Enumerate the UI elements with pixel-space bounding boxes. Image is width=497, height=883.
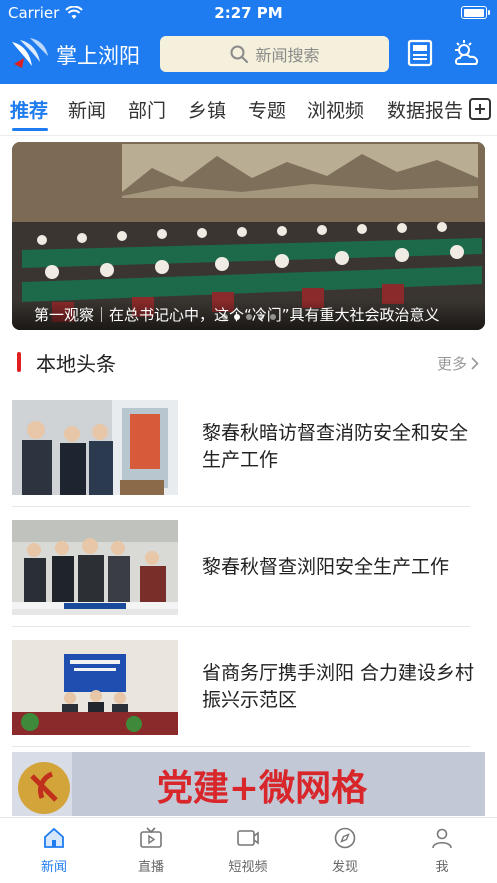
more-label: 更多 xyxy=(436,355,467,373)
section-title: 本地头条 xyxy=(36,352,116,376)
add-channel-icon[interactable] xyxy=(469,98,491,120)
home-icon xyxy=(44,827,64,848)
nav-label: 短视频 xyxy=(228,860,268,875)
compass-icon xyxy=(334,827,356,849)
divider xyxy=(12,506,470,507)
section-accent-bar xyxy=(17,352,21,372)
channel-tabs: 推荐 新闻 部门 乡镇 专题 浏视频 数据报告 xyxy=(0,84,497,136)
news-headline: 黎春秋督查浏阳安全生产工作 xyxy=(202,555,450,578)
banner-pagination xyxy=(12,305,485,324)
app-bar: 掌上浏阳 新闻搜索 xyxy=(0,30,497,80)
tab-data-report[interactable]: 数据报告 xyxy=(387,96,462,123)
news-thumbnail xyxy=(12,520,178,615)
search-input[interactable]: 新闻搜索 xyxy=(160,36,389,72)
nav-discover[interactable]: 发现 xyxy=(305,826,385,875)
pagination-dot[interactable] xyxy=(233,314,240,320)
news-item[interactable]: 黎春秋暗访督查消防安全和安全生产工作 xyxy=(12,392,485,502)
nav-me[interactable]: 我 xyxy=(402,826,482,875)
battery-fill xyxy=(463,8,484,17)
more-link[interactable]: 更多 xyxy=(437,353,479,374)
pagination-dot[interactable] xyxy=(269,314,276,320)
chevron-right-icon xyxy=(471,357,479,370)
divider xyxy=(12,746,470,747)
search-placeholder: 新闻搜索 xyxy=(255,46,320,65)
status-time: 2:27 PM xyxy=(214,4,283,22)
tab-news[interactable]: 新闻 xyxy=(68,96,106,123)
video-icon xyxy=(237,830,259,846)
banner-carousel[interactable]: 第一观察｜在总书记心中，这个“冷门”具有重大社会政治意义 xyxy=(12,142,485,330)
person-icon xyxy=(432,828,452,849)
newspaper-icon[interactable] xyxy=(406,39,434,67)
pagination-dot[interactable] xyxy=(221,314,228,320)
news-thumbnail xyxy=(12,400,178,495)
active-tab-indicator xyxy=(12,128,48,131)
header: Carrier 2:27 PM 掌上浏阳 新闻搜索 xyxy=(0,0,497,84)
tv-icon xyxy=(140,827,162,848)
app-title: 掌上浏阳 xyxy=(56,44,140,68)
party-building-banner[interactable]: 党建+微网格 xyxy=(12,752,485,816)
local-headlines-header: 本地头条 更多 xyxy=(0,346,497,380)
tab-towns[interactable]: 乡镇 xyxy=(188,96,226,123)
nav-news[interactable]: 新闻 xyxy=(14,826,94,875)
pagination-dot[interactable] xyxy=(257,314,264,320)
nav-label: 发现 xyxy=(331,860,358,875)
search-icon xyxy=(230,45,249,63)
nav-label: 新闻 xyxy=(40,860,67,875)
news-item[interactable]: 省商务厅携手浏阳 合力建设乡村振兴示范区 xyxy=(12,632,485,742)
nav-short-video[interactable]: 短视频 xyxy=(208,826,288,875)
ad-banner-text: 党建+微网格 xyxy=(157,768,368,809)
nav-label: 直播 xyxy=(137,860,164,875)
nav-label: 我 xyxy=(435,860,449,875)
tab-liu-video[interactable]: 浏视频 xyxy=(307,96,364,123)
news-item[interactable]: 黎春秋督查浏阳安全生产工作 xyxy=(12,512,485,622)
news-headline: 黎春秋暗访督查消防安全和安全生产工作 xyxy=(202,422,469,471)
news-headline: 省商务厅携手浏阳 合力建设乡村振兴示范区 xyxy=(202,662,475,711)
news-thumbnail xyxy=(12,640,178,735)
tab-topics[interactable]: 专题 xyxy=(248,96,286,123)
weather-icon[interactable] xyxy=(452,39,482,67)
nav-live[interactable]: 直播 xyxy=(111,826,191,875)
bottom-nav: 新闻 直播 短视频 发现 我 xyxy=(0,817,497,883)
tab-departments[interactable]: 部门 xyxy=(128,96,166,123)
tab-list: 推荐 新闻 部门 乡镇 专题 浏视频 数据报告 xyxy=(0,84,462,136)
battery-icon xyxy=(461,6,490,19)
tab-recommend[interactable]: 推荐 xyxy=(10,96,48,123)
status-bar: Carrier 2:27 PM xyxy=(0,0,497,26)
divider xyxy=(12,626,470,627)
logo-icon xyxy=(12,38,48,68)
pagination-dot[interactable] xyxy=(245,314,252,320)
